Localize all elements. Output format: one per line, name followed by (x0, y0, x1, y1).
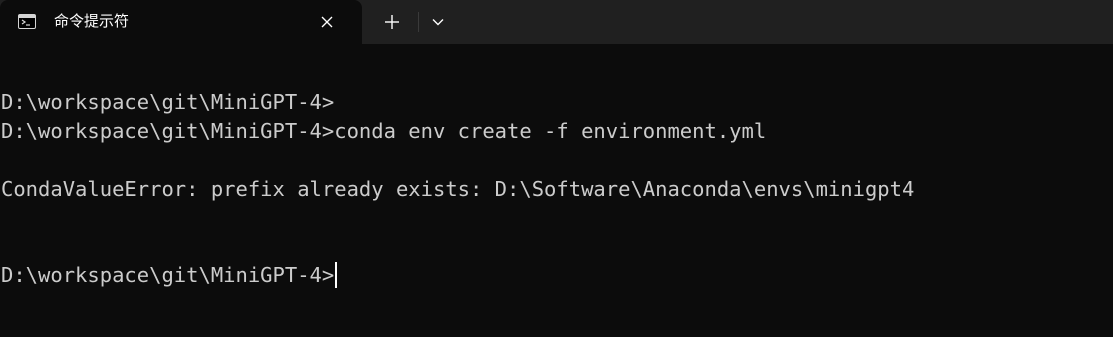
text-cursor (335, 262, 338, 288)
prompt-text: D:\workspace\git\MiniGPT-4> (1, 263, 335, 287)
terminal-line: D:\workspace\git\MiniGPT-4>conda env cre… (1, 119, 767, 143)
terminal-line: CondaValueError: prefix already exists: … (1, 177, 915, 201)
chevron-down-icon (432, 19, 444, 26)
close-tab-button[interactable] (314, 10, 340, 34)
tab-command-prompt[interactable]: 命令提示符 (0, 0, 362, 44)
profile-dropdown-button[interactable] (424, 8, 452, 36)
new-tab-button[interactable] (375, 8, 409, 36)
tab-title: 命令提示符 (54, 12, 130, 30)
close-icon (321, 16, 333, 28)
plus-icon (385, 15, 399, 29)
tab-strip: 命令提示符 (0, 0, 1113, 44)
terminal-output[interactable]: D:\workspace\git\MiniGPT-4> D:\workspace… (0, 44, 1113, 337)
terminal-line: D:\workspace\git\MiniGPT-4> (1, 90, 335, 114)
tab-separator (418, 12, 419, 32)
terminal-prompt-line: D:\workspace\git\MiniGPT-4> (1, 261, 338, 289)
cmd-icon (18, 14, 36, 29)
terminal-window: 命令提示符 D:\workspace\git\MiniGPT-4> D:\wor… (0, 0, 1113, 337)
